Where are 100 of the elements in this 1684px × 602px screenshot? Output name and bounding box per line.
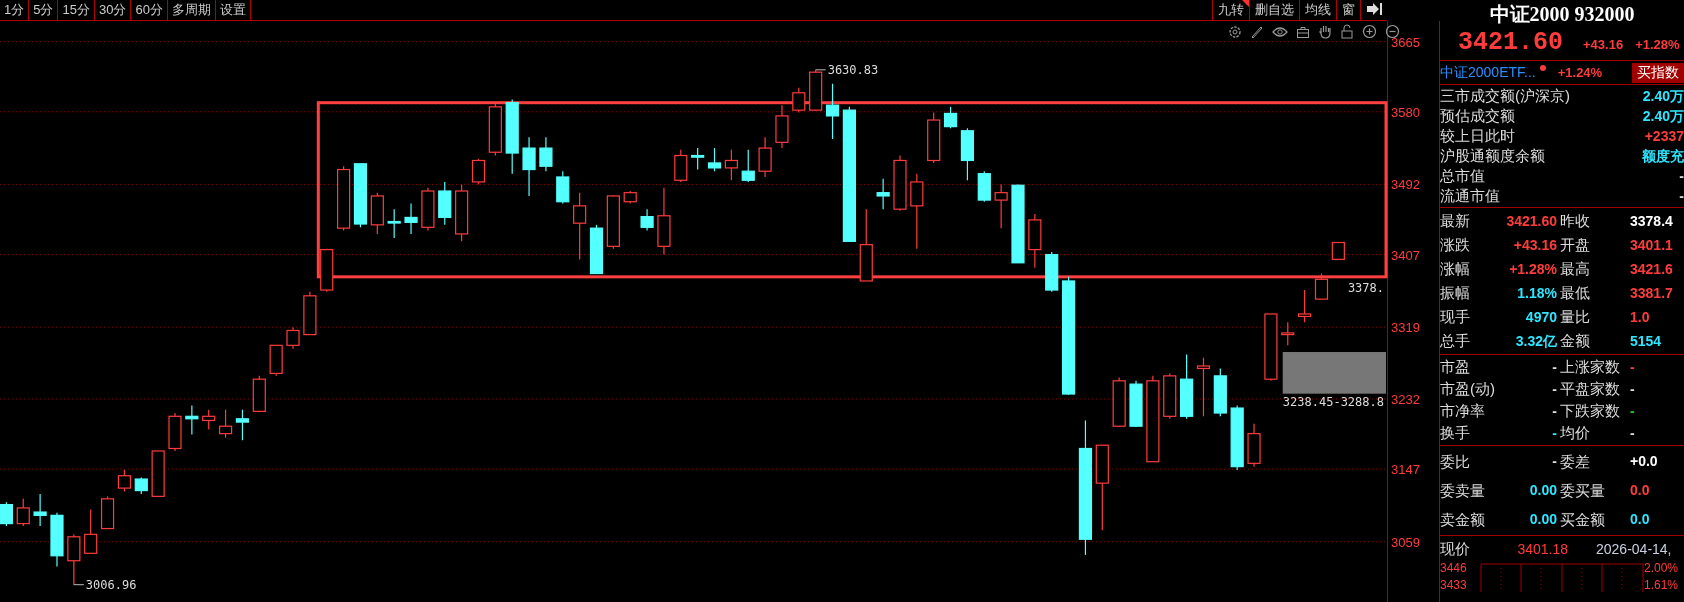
candlestick [522, 136, 536, 197]
quote-label: 市盈(动) [1440, 379, 1496, 399]
zoom-out-icon[interactable] [1385, 24, 1400, 39]
metric-label: 三市成交额(沪深京) [1440, 86, 1570, 106]
pen-icon[interactable] [1250, 24, 1264, 39]
quote-value: 3.32亿 [1514, 332, 1558, 351]
candlestick [943, 106, 958, 129]
quote-value: - [1551, 380, 1558, 399]
quote-label: 委差 [1560, 452, 1591, 472]
quote-label: 委比 [1440, 452, 1471, 472]
quote-value: - [1551, 424, 1558, 443]
price-label: 3378. [1347, 281, 1384, 296]
candlestick [438, 181, 452, 226]
axis-label: 3319 [1391, 320, 1420, 336]
quote-label: 昨收 [1560, 211, 1591, 231]
quote-label: 涨跌 [1440, 235, 1471, 255]
quote-value: 3381.7 [1630, 284, 1674, 303]
candlestick [775, 104, 789, 149]
axis-label: 3232 [1391, 392, 1420, 407]
quote-label: 总手 [1440, 331, 1471, 351]
quote-value: 3401.1 [1630, 236, 1674, 255]
quote-label: 委卖量 [1440, 481, 1486, 501]
quote-value: - [1630, 380, 1636, 399]
candlestick [33, 493, 47, 527]
lock-icon[interactable] [1340, 24, 1354, 39]
candlestick [589, 224, 604, 275]
candlestick [1129, 380, 1143, 428]
quote-value: 0.0 [1630, 481, 1651, 500]
leader-line [73, 584, 85, 586]
metric-value: - [1679, 167, 1684, 186]
quote-label: 均价 [1560, 423, 1591, 443]
settings-icon[interactable] [1228, 24, 1242, 39]
candlestick [1264, 313, 1278, 382]
candlestick [50, 512, 64, 568]
quote-value: - [1551, 452, 1558, 471]
toolbar-button[interactable]: 九转 [1212, 0, 1249, 20]
quote-value: - [1630, 402, 1636, 421]
eye-icon[interactable] [1272, 24, 1288, 39]
candlestick [1281, 321, 1295, 346]
candlestick [219, 409, 233, 439]
price-label: 3630.83 [827, 62, 879, 77]
metric-label: 流通市值 [1440, 186, 1500, 206]
candlestick [151, 450, 165, 497]
buy-index-button[interactable]: 买指数 [1632, 62, 1684, 83]
quote-label: 换手 [1440, 423, 1471, 443]
etf-link[interactable]: 中证2000ETF... [1440, 63, 1536, 82]
candlestick [977, 170, 991, 203]
quote-label: 金额 [1560, 331, 1591, 351]
hand-icon[interactable] [1318, 24, 1332, 39]
index-title: 中证2000 932000 [1488, 2, 1636, 27]
candlestick [724, 149, 738, 181]
candlestick [539, 136, 553, 172]
candlestick [927, 112, 941, 164]
candlestick [16, 498, 30, 527]
quote-label: 量比 [1560, 307, 1591, 327]
quote-label: 卖金额 [1440, 510, 1486, 530]
quote-value: 3421.60 [1505, 212, 1558, 231]
candlestick [960, 127, 974, 181]
axis-label: 3059 [1391, 534, 1420, 550]
zone-label: 3238.45-3288.8 [1282, 394, 1384, 409]
candlestick [488, 102, 502, 157]
metric-value: +2337 [1644, 127, 1684, 146]
current-price: 3401.18 [1516, 540, 1568, 559]
quote-label: 上涨家数 [1560, 357, 1621, 377]
axis-label: 3665 [1391, 34, 1420, 50]
quote-label: 委买量 [1560, 481, 1606, 501]
quote-label: 下跌家数 [1560, 401, 1621, 421]
candlestick [741, 149, 755, 183]
candlestick [303, 291, 317, 336]
price-label: 3006.96 [85, 577, 137, 592]
metric-label: 预估成交额 [1440, 106, 1515, 126]
quote-value: - [1551, 402, 1558, 421]
leader-line [815, 69, 827, 71]
toolbox-icon[interactable] [1296, 24, 1310, 39]
candlestick [657, 187, 671, 256]
candlestick [471, 158, 486, 185]
quote-value: 3378.4 [1630, 212, 1674, 231]
quote-label: 市净率 [1440, 401, 1486, 421]
metric-value: - [1679, 187, 1684, 206]
candlestick [1247, 423, 1261, 468]
axis-label: 3580 [1391, 104, 1420, 120]
candlestick [707, 147, 722, 172]
candlestick [1045, 251, 1059, 293]
quote-label: 买金额 [1560, 510, 1606, 530]
metric-label: 沪股通额度余额 [1440, 146, 1545, 166]
quote-value: 4970 [1524, 308, 1558, 327]
metric-label: 较上日此时 [1440, 126, 1515, 146]
axis-label: 2.00% [1644, 562, 1680, 575]
candlestick [421, 187, 435, 232]
candlestick [202, 409, 216, 431]
quote-label: 现手 [1440, 307, 1471, 327]
quote-value: 0.00 [1528, 510, 1558, 529]
candlestick [235, 409, 250, 441]
candlestick [67, 533, 81, 586]
quote-label: 最高 [1560, 259, 1591, 279]
candlestick [893, 154, 907, 212]
quote-value: - [1630, 424, 1636, 443]
candlestick [168, 412, 182, 452]
candlestick [1196, 357, 1211, 417]
zoom-in-icon[interactable] [1362, 24, 1377, 39]
